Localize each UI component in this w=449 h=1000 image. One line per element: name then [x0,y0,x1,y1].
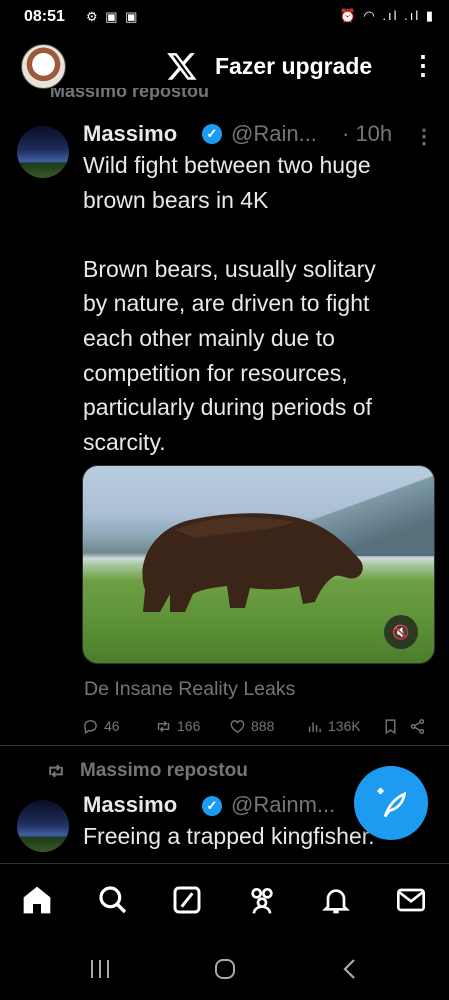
feather-plus-icon [377,788,407,818]
views-chart-icon [308,721,321,732]
author-avatar[interactable] [17,126,69,178]
tweet-more-icon[interactable]: ⋮ [414,124,434,149]
repost-icon [157,720,170,732]
author-name[interactable]: Massimo [83,121,177,147]
system-navigation-bar [0,940,449,1000]
tweet-text: Wild fight between two huge brown bears … [83,152,376,455]
like-button[interactable]: 888 [229,716,274,736]
tweet-divider [0,745,449,746]
compose-post-button[interactable] [354,766,428,840]
heart-icon [230,719,245,733]
repost-indicator-label: Massimo repostou [80,760,248,781]
author-handle[interactable]: @Rainm... [231,792,335,818]
tweet-source-label[interactable]: De Insane Reality Leaks [84,678,295,701]
views-count: 136K [328,718,361,734]
share-icon [410,718,425,734]
home-button-icon[interactable] [213,957,237,981]
profile-avatar[interactable] [21,44,66,89]
status-time: 08:51 [24,8,65,25]
reply-count: 46 [104,718,120,734]
author-handle[interactable]: @Rain... [231,121,317,147]
share-button[interactable] [409,716,426,736]
author-name[interactable]: Massimo [83,792,177,818]
reply-button[interactable]: 46 [82,716,120,736]
repost-count: 166 [177,718,201,734]
back-icon[interactable] [340,957,360,981]
more-options-icon[interactable]: ⋮ [410,50,436,82]
status-notification-icons: ⚙ ▣ ▣ [86,9,140,24]
communities-icon[interactable] [246,884,278,916]
repost-indicator[interactable]: Massimo repostou [46,760,248,782]
status-bar: 08:51 ⚙ ▣ ▣ ⏰ ◠ .ıl .ıl ▮ [0,0,449,34]
partial-repost-label: Massimo repostou [50,88,210,100]
search-icon[interactable] [97,884,129,916]
verified-badge-icon: ✓ [202,796,222,816]
bottom-navigation [0,863,449,940]
bear-image [142,513,363,612]
tweet-time: · 10h [342,121,393,146]
status-system-icons: ⏰ ◠ .ıl .ıl ▮ [339,8,435,23]
repost-button[interactable]: 166 [155,716,200,736]
views-button[interactable]: 136K [306,716,361,736]
grok-icon[interactable] [171,884,203,916]
bookmark-button[interactable] [382,716,399,736]
bookmark-icon [385,718,396,734]
notifications-bell-icon[interactable] [320,884,352,916]
reply-icon [84,719,97,734]
recent-apps-icon[interactable] [88,958,112,980]
like-count: 888 [251,718,275,734]
home-icon[interactable] [21,884,53,916]
mute-icon[interactable]: 🔇 [384,615,418,649]
x-logo-icon [167,53,197,80]
upgrade-button[interactable]: Fazer upgrade [215,53,372,80]
verified-badge-icon: ✓ [202,124,222,144]
messages-envelope-icon[interactable] [395,884,427,916]
tweet-video[interactable]: 🔇 [82,465,435,664]
repost-small-icon [49,764,63,778]
author-avatar[interactable] [17,800,69,852]
